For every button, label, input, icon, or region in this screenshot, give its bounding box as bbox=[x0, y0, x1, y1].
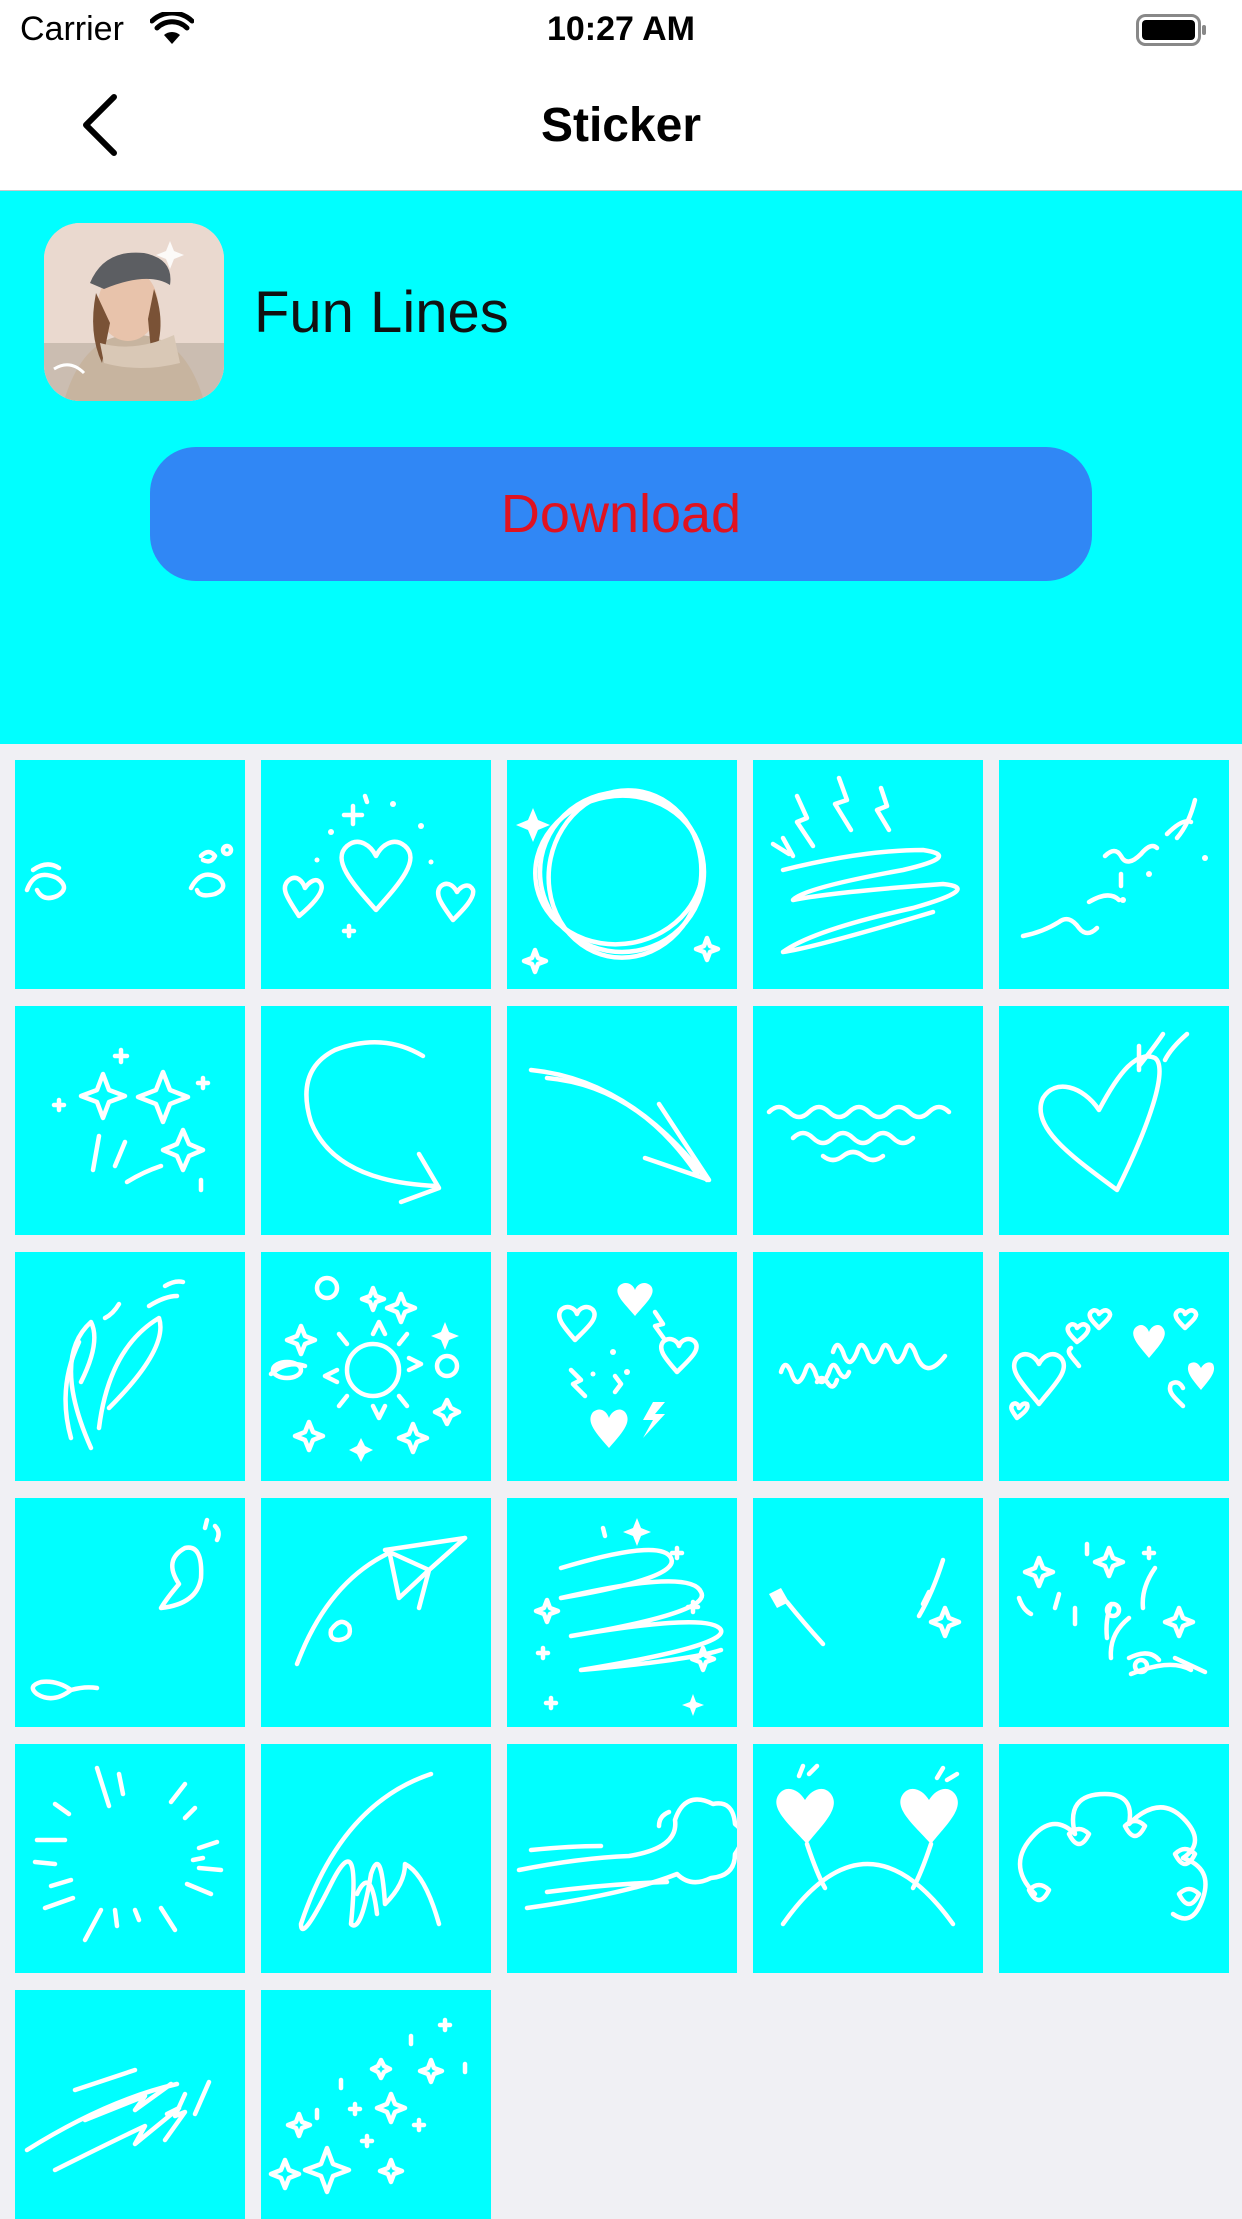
battery-icon bbox=[1136, 14, 1206, 46]
sticker-heart-check[interactable] bbox=[999, 1006, 1229, 1235]
sticker-scribble[interactable] bbox=[261, 1744, 491, 1973]
sticker-star-dust[interactable] bbox=[261, 1990, 491, 2219]
status-bar: Carrier 10:27 AM bbox=[0, 0, 1242, 62]
sticker-hearts[interactable] bbox=[261, 760, 491, 989]
sticker-speed-bolts[interactable] bbox=[15, 1990, 245, 2219]
sticker-wind-cloud[interactable] bbox=[507, 1744, 737, 1973]
pack-name: Fun Lines bbox=[254, 280, 509, 345]
sticker-sun-doodles[interactable] bbox=[261, 1252, 491, 1481]
sticker-burst-lines[interactable] bbox=[15, 1744, 245, 1973]
status-time: 10:27 AM bbox=[546, 10, 696, 48]
sticker-loops[interactable] bbox=[753, 1252, 983, 1481]
sticker-paper-plane[interactable] bbox=[261, 1498, 491, 1727]
page-title: Sticker bbox=[540, 99, 702, 152]
sticker-leaf-strokes[interactable] bbox=[15, 1252, 245, 1481]
sticker-squiggles[interactable] bbox=[999, 760, 1229, 989]
sticker-flowers[interactable] bbox=[999, 1498, 1229, 1727]
sticker-heart-headband[interactable] bbox=[753, 1744, 983, 1973]
download-button[interactable]: Download bbox=[150, 447, 1092, 581]
sticker-sparkles[interactable] bbox=[15, 1006, 245, 1235]
sticker-swoosh-arrow[interactable] bbox=[507, 1006, 737, 1235]
sticker-hearts-bolts[interactable] bbox=[507, 1252, 737, 1481]
sticker-swirls[interactable] bbox=[15, 760, 245, 989]
navigation-bar: Sticker bbox=[0, 62, 1242, 191]
sticker-curved-arrow[interactable] bbox=[261, 1006, 491, 1235]
sticker-sparks[interactable] bbox=[753, 1498, 983, 1727]
pack-thumbnail bbox=[44, 223, 224, 401]
sticker-small-hearts[interactable] bbox=[999, 1252, 1229, 1481]
sticker-wavy-lines[interactable] bbox=[753, 1006, 983, 1235]
sticker-circle-scribble[interactable] bbox=[507, 760, 737, 989]
sticker-lightning-swirl[interactable] bbox=[753, 760, 983, 989]
sticker-drops[interactable] bbox=[15, 1498, 245, 1727]
sticker-star-swirl[interactable] bbox=[507, 1498, 737, 1727]
sticker-curly-cloud[interactable] bbox=[999, 1744, 1229, 1973]
sticker-pack-header: Fun Lines Download bbox=[0, 191, 1242, 744]
